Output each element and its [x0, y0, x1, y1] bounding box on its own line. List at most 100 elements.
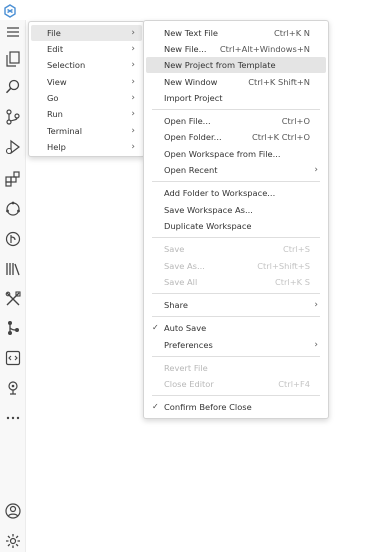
add-folder-label: Add Folder to Workspace...	[164, 188, 276, 198]
menu-item-label: Terminal	[47, 126, 83, 136]
save-workspace-as-item[interactable]: Save Workspace As...	[146, 202, 326, 218]
save-shortcut: Ctrl+S	[283, 244, 310, 254]
menu-separator	[152, 395, 320, 396]
app-window: File › Edit › Selection › View › Go › Ru…	[0, 0, 380, 552]
share-label: Share	[164, 300, 188, 310]
new-window-item[interactable]: New Window Ctrl+K Shift+N	[146, 74, 326, 90]
confirm-before-close-label: Confirm Before Close	[164, 402, 252, 412]
confirm-before-close-item[interactable]: ✓ Confirm Before Close	[146, 399, 326, 415]
search-icon[interactable]	[4, 78, 22, 96]
save-as-item[interactable]: Save As... Ctrl+Shift+S	[146, 258, 326, 274]
activity-bar	[0, 20, 26, 552]
main-menu: File › Edit › Selection › View › Go › Ru…	[28, 21, 145, 157]
auto-save-label: Auto Save	[164, 323, 207, 333]
settings-gear-icon[interactable]	[4, 532, 22, 550]
revert-file-label: Revert File	[164, 363, 208, 373]
open-file-label: Open File...	[164, 116, 211, 126]
revert-file-item[interactable]: Revert File	[146, 360, 326, 376]
menu-item-edit[interactable]: Edit ›	[31, 41, 142, 57]
menu-separator	[152, 237, 320, 238]
chevron-right-icon: ›	[314, 300, 318, 310]
more-icon[interactable]	[4, 409, 22, 427]
new-project-from-template-label: New Project from Template	[164, 60, 276, 70]
save-as-shortcut: Ctrl+Shift+S	[257, 261, 310, 271]
menu-separator	[152, 293, 320, 294]
new-text-file-item[interactable]: New Text File Ctrl+K N	[146, 25, 326, 41]
add-folder-item[interactable]: Add Folder to Workspace...	[146, 185, 326, 201]
open-folder-shortcut: Ctrl+K Ctrl+O	[251, 132, 310, 142]
chevron-right-icon: ›	[314, 340, 318, 350]
save-item[interactable]: Save Ctrl+S	[146, 241, 326, 257]
chevron-right-icon: ›	[131, 28, 135, 38]
cloud-icon[interactable]	[4, 200, 22, 218]
auto-save-item[interactable]: ✓ Auto Save	[146, 320, 326, 336]
open-file-shortcut: Ctrl+O	[281, 116, 310, 126]
menu-item-label: Edit	[47, 44, 64, 54]
code-file-icon[interactable]	[4, 349, 22, 367]
new-window-shortcut: Ctrl+K Shift+N	[248, 77, 310, 87]
menu-item-label: Run	[47, 109, 63, 119]
share-item[interactable]: Share ›	[146, 297, 326, 313]
chevron-right-icon: ›	[131, 93, 135, 103]
git-graph-icon[interactable]	[4, 230, 22, 248]
title-bar	[0, 0, 380, 20]
run-debug-icon[interactable]	[4, 138, 22, 156]
save-as-label: Save As...	[164, 261, 205, 271]
library-icon[interactable]	[4, 260, 22, 278]
menu-item-help[interactable]: Help ›	[31, 139, 142, 155]
close-editor-label: Close Editor	[164, 379, 214, 389]
menu-item-selection[interactable]: Selection ›	[31, 57, 142, 73]
open-folder-item[interactable]: Open Folder... Ctrl+K Ctrl+O	[146, 129, 326, 145]
new-file-shortcut: Ctrl+Alt+Windows+N	[219, 44, 310, 54]
save-all-item[interactable]: Save All Ctrl+K S	[146, 274, 326, 290]
account-icon[interactable]	[4, 502, 22, 520]
new-file-label: New File...	[164, 44, 207, 54]
menu-separator	[152, 109, 320, 110]
preferences-item[interactable]: Preferences ›	[146, 337, 326, 353]
close-editor-item[interactable]: Close Editor Ctrl+F4	[146, 376, 326, 392]
chevron-right-icon: ›	[131, 142, 135, 152]
menu-item-run[interactable]: Run ›	[31, 106, 142, 122]
chevron-right-icon: ›	[131, 126, 135, 136]
open-workspace-item[interactable]: Open Workspace from File...	[146, 146, 326, 162]
app-logo-icon	[3, 3, 17, 18]
menu-item-label: Help	[47, 142, 66, 152]
open-recent-label: Open Recent	[164, 165, 218, 175]
open-folder-label: Open Folder...	[164, 132, 222, 142]
save-all-shortcut: Ctrl+K S	[274, 277, 310, 287]
import-project-item[interactable]: Import Project	[146, 90, 326, 106]
branch-icon[interactable]	[4, 319, 22, 337]
menu-item-view[interactable]: View ›	[31, 74, 142, 90]
extensions-icon[interactable]	[4, 170, 22, 188]
new-text-file-shortcut: Ctrl+K N	[274, 28, 310, 38]
import-project-label: Import Project	[164, 93, 223, 103]
duplicate-workspace-item[interactable]: Duplicate Workspace	[146, 218, 326, 234]
new-window-label: New Window	[164, 77, 218, 87]
chevron-right-icon: ›	[131, 44, 135, 54]
menu-item-label: File	[47, 28, 61, 38]
open-recent-item[interactable]: Open Recent ›	[146, 162, 326, 178]
source-control-icon[interactable]	[4, 108, 22, 126]
menu-separator	[152, 356, 320, 357]
menu-item-label: Go	[47, 93, 59, 103]
deploy-icon[interactable]	[4, 379, 22, 397]
new-file-item[interactable]: New File... Ctrl+Alt+Windows+N	[146, 41, 326, 57]
menu-icon[interactable]	[4, 23, 22, 41]
new-text-file-label: New Text File	[164, 28, 219, 38]
menu-item-label: View	[47, 77, 67, 87]
tools-icon[interactable]	[4, 290, 22, 308]
check-icon: ✓	[152, 323, 159, 332]
close-editor-shortcut: Ctrl+F4	[278, 379, 310, 389]
file-submenu: New Text File Ctrl+K N New File... Ctrl+…	[143, 20, 329, 419]
menu-separator	[152, 181, 320, 182]
menu-item-terminal[interactable]: Terminal ›	[31, 123, 142, 139]
explorer-icon[interactable]	[4, 50, 22, 68]
menu-item-file[interactable]: File ›	[31, 25, 142, 41]
chevron-right-icon: ›	[131, 60, 135, 70]
menu-separator	[152, 316, 320, 317]
duplicate-workspace-label: Duplicate Workspace	[164, 221, 252, 231]
menu-item-go[interactable]: Go ›	[31, 90, 142, 106]
new-project-from-template-item[interactable]: New Project from Template	[146, 57, 326, 73]
save-all-label: Save All	[164, 277, 198, 287]
open-file-item[interactable]: Open File... Ctrl+O	[146, 113, 326, 129]
